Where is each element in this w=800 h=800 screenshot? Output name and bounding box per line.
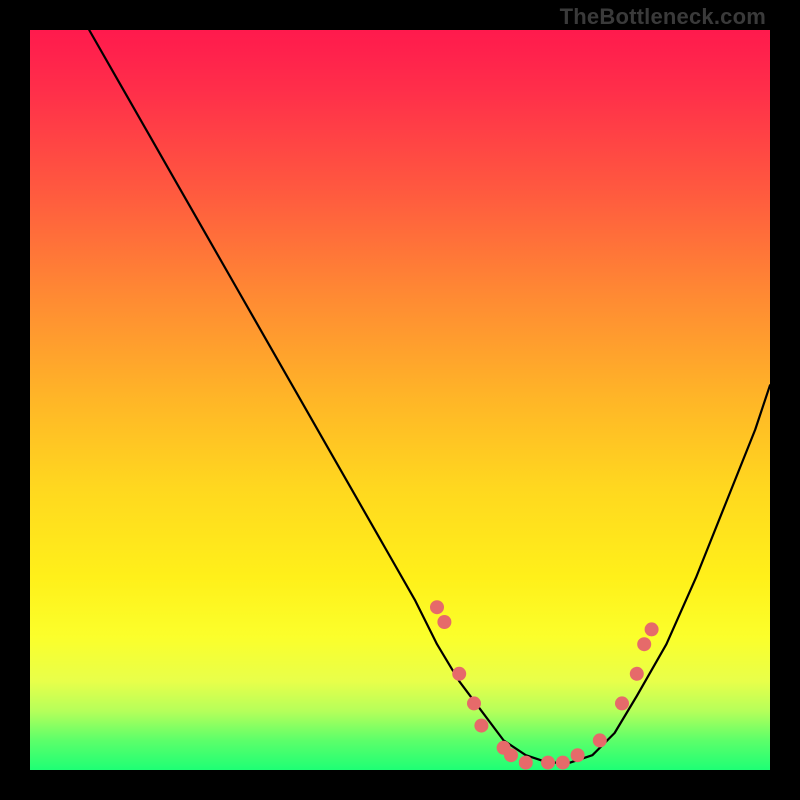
data-point bbox=[519, 756, 533, 770]
data-point bbox=[430, 600, 444, 614]
watermark-label: TheBottleneck.com bbox=[560, 4, 766, 30]
chart-svg bbox=[30, 30, 770, 770]
data-point bbox=[637, 637, 651, 651]
data-point bbox=[556, 756, 570, 770]
data-point bbox=[593, 733, 607, 747]
data-point bbox=[571, 748, 585, 762]
data-point bbox=[437, 615, 451, 629]
data-point bbox=[615, 696, 629, 710]
data-points-group bbox=[430, 600, 659, 769]
data-point bbox=[630, 667, 644, 681]
data-point bbox=[474, 719, 488, 733]
data-point bbox=[504, 748, 518, 762]
data-point bbox=[645, 622, 659, 636]
data-point bbox=[452, 667, 466, 681]
data-point bbox=[541, 756, 555, 770]
chart-frame bbox=[30, 30, 770, 770]
data-point bbox=[467, 696, 481, 710]
bottleneck-curve bbox=[89, 30, 770, 763]
